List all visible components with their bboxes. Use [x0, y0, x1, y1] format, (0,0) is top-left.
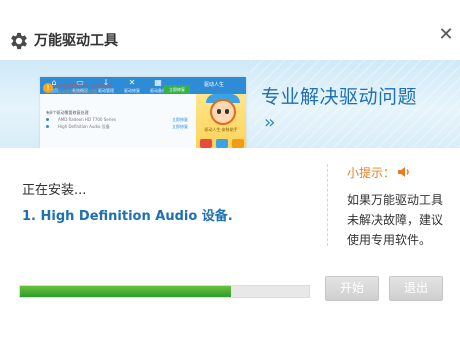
divider — [327, 164, 328, 246]
preview-row-status: 立即修复 — [172, 117, 188, 122]
preview-brand: 驱动人生 — [204, 82, 225, 88]
progress-fill — [20, 286, 231, 297]
preview-alert-text: 2个驱动需要处理，请立即处理。 — [56, 83, 115, 88]
installing-driver-name: 1. High Definition Audio 设备. — [22, 209, 233, 224]
preview-row-name: AMD Radeon HD 7700 Series — [58, 117, 117, 122]
chevron-right-icon: ›› — [264, 112, 276, 133]
preview-nav-repair: ✕ 驱动修复 — [122, 78, 142, 94]
wrench-icon: ✕ — [128, 78, 136, 87]
bullet-icon — [46, 118, 49, 121]
preview-caption: 驱动人生·安装助手 — [204, 127, 238, 132]
install-progress-bar — [19, 285, 310, 298]
preview-tile — [232, 139, 244, 148]
preview-tile — [200, 139, 212, 148]
tip-title: 小提示： — [347, 166, 396, 180]
start-button[interactable]: 开始 — [325, 276, 379, 301]
preview-row-status: 立即修复 — [172, 124, 188, 129]
grid-icon: ▦ — [154, 78, 162, 87]
exit-button[interactable]: 退出 — [389, 276, 443, 301]
app-preview-screenshot: ⌂ 首页 ▭ 系统概况 ↓ 驱动管理 ✕ 驱动修复 ▦ 驱动备份 驱动人生 ! … — [40, 77, 246, 148]
mascot-icon — [210, 99, 236, 125]
bullet-icon — [46, 125, 49, 128]
preview-tile — [216, 139, 228, 148]
banner-headline: 专业解决驱动问题 — [261, 86, 418, 108]
install-status: 正在安装... — [22, 183, 87, 198]
preview-nav-label: 驱动修复 — [124, 88, 140, 93]
close-button[interactable]: ✕ — [436, 26, 456, 46]
preview-nav-label: 驱动管理 — [98, 88, 114, 93]
tip-text: 如果万能驱动工具未解决故障，建议使用专用软件。 — [347, 193, 444, 247]
window-title: 万能驱动工具 — [34, 33, 118, 49]
close-icon: ✕ — [438, 24, 454, 45]
preview-fix-button: 立即修复 — [164, 85, 190, 94]
gear-icon — [11, 32, 27, 50]
preview-section-title: 有8个驱动需要修复处理 — [46, 110, 89, 115]
preview-alert-sub: ·驱动程序更新解决问题 — [56, 89, 98, 94]
title-bar: 万能驱动工具 ✕ — [0, 0, 460, 60]
preview-row-name: High Definition Audio 设备 — [58, 124, 110, 129]
warning-icon: ! — [43, 83, 53, 93]
speaker-icon — [398, 167, 409, 177]
